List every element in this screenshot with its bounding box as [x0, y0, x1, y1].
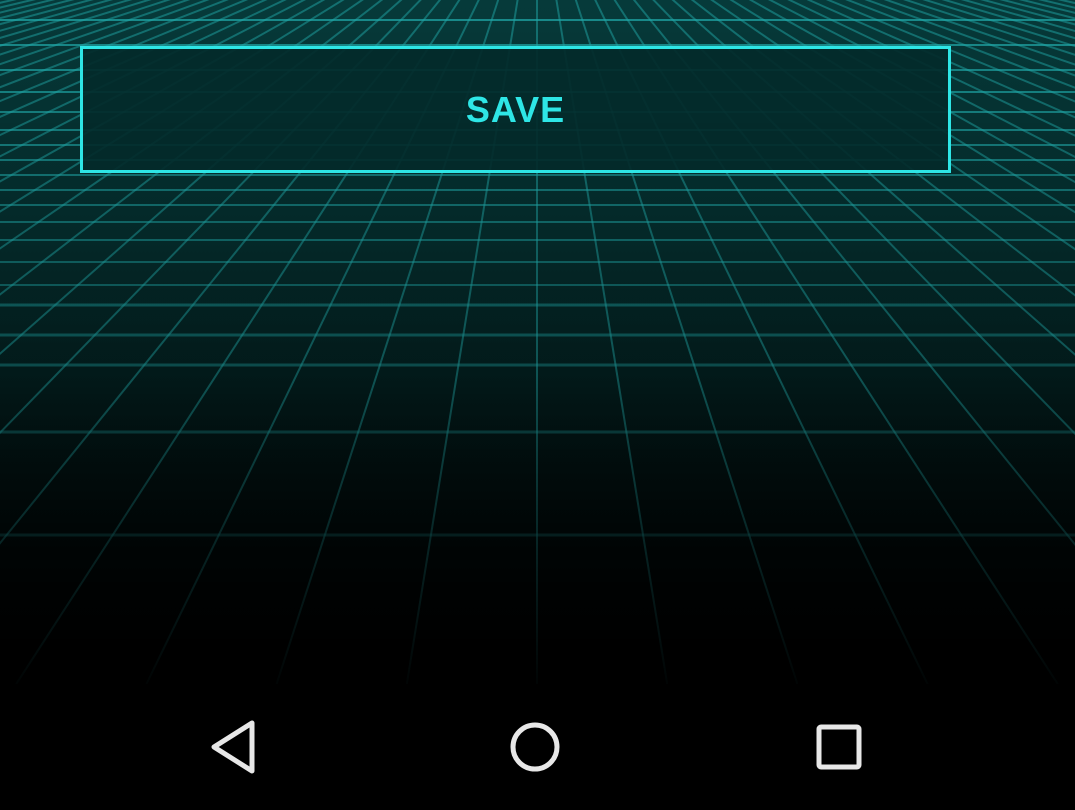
app-screen: SAVE: [0, 0, 1075, 810]
home-circle-icon: [510, 722, 560, 772]
back-button[interactable]: [173, 684, 293, 810]
save-button-label: SAVE: [465, 88, 566, 130]
navigation-bar: [0, 684, 1075, 810]
recents-square-icon: [816, 724, 862, 770]
save-button[interactable]: SAVE: [80, 46, 951, 173]
content-area: SAVE: [0, 0, 1075, 684]
recents-button[interactable]: [779, 684, 899, 810]
home-button[interactable]: [475, 684, 595, 810]
back-triangle-icon: [211, 720, 255, 774]
